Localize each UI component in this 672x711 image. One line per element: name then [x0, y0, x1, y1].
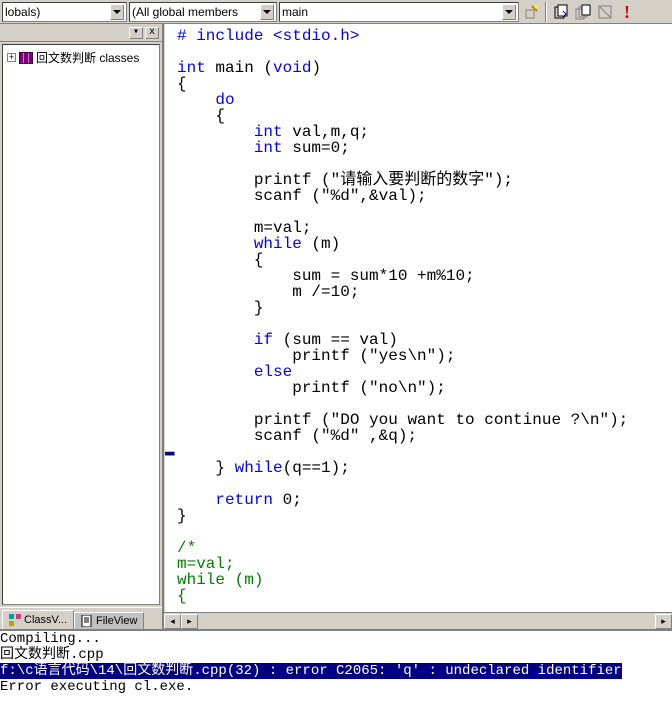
code-line: scanf ("%d",&val);: [177, 187, 427, 205]
output-error-line[interactable]: f:\c语言代码\14\回文数判断.cpp(32) : error C2065:…: [0, 663, 622, 679]
main-toolbar: lobals) (All global members main !: [0, 0, 672, 24]
project-icon: [19, 52, 33, 64]
function-combo-text: main: [282, 5, 308, 19]
scroll-right-end-icon[interactable]: ▸: [655, 614, 672, 629]
chevron-down-icon[interactable]: [110, 4, 124, 20]
toolbar-separator: [545, 2, 547, 22]
wizard-icon[interactable]: [521, 2, 541, 22]
chevron-down-icon[interactable]: [502, 4, 516, 20]
class-tree[interactable]: + 回文数判断 classes: [2, 44, 160, 605]
output-line: Error executing cl.exe.: [0, 679, 193, 695]
workspace-panel: ▾ x + 回文数判断 classes ClassV... FileView: [0, 24, 164, 629]
output-line: 回文数判断.cpp: [0, 647, 104, 663]
scope-combo[interactable]: lobals): [2, 2, 127, 22]
code-line: }: [177, 507, 187, 525]
main-area: ▾ x + 回文数判断 classes ClassV... FileView #…: [0, 24, 672, 629]
output-line: Compiling...: [0, 631, 101, 647]
members-combo[interactable]: (All global members: [129, 2, 277, 22]
tab-label: FileView: [96, 615, 137, 627]
code-line: }: [177, 299, 263, 317]
code-text: (q==1);: [283, 459, 350, 477]
code-text: main (: [206, 59, 273, 77]
panel-header: ▾ x: [0, 24, 162, 42]
code-kw: void: [273, 59, 311, 77]
code-kw: while: [235, 459, 283, 477]
scope-combo-text: lobals): [5, 5, 40, 19]
panel-dropdown-icon[interactable]: ▾: [129, 27, 143, 39]
function-combo[interactable]: main: [279, 2, 519, 22]
code-line: scanf ("%d" ,&q);: [177, 427, 417, 445]
code-comment: {: [177, 587, 187, 605]
code-text: sum=0;: [283, 139, 350, 157]
svg-text:!: !: [624, 4, 630, 20]
tab-fileview[interactable]: FileView: [74, 612, 144, 629]
members-combo-text: (All global members: [132, 5, 238, 19]
build-output[interactable]: Compiling... 回文数判断.cpp f:\c语言代码\14\回文数判断…: [0, 629, 672, 711]
code-text: }: [177, 459, 235, 477]
chevron-down-icon[interactable]: [260, 4, 274, 20]
tab-classview[interactable]: ClassV...: [2, 610, 74, 629]
build-all-icon[interactable]: [573, 2, 593, 22]
workspace-tabs: ClassV... FileView: [0, 607, 162, 629]
code-line: printf ("no\n");: [177, 379, 446, 397]
code-text: ): [311, 59, 321, 77]
editor-area: # include <stdio.h> int main (void) { do…: [164, 24, 672, 629]
tree-item-label: 回文数判断 classes: [36, 49, 139, 66]
execute-icon[interactable]: !: [617, 2, 637, 22]
panel-close-icon[interactable]: x: [145, 27, 159, 39]
classview-icon: [9, 614, 21, 626]
code-editor[interactable]: # include <stdio.h> int main (void) { do…: [164, 24, 672, 612]
tab-label: ClassV...: [24, 614, 67, 626]
tree-expand-icon[interactable]: +: [7, 53, 16, 62]
code-line: # include <stdio.h>: [177, 27, 359, 45]
code-text: (m): [302, 235, 340, 253]
editor-horizontal-scrollbar[interactable]: ◂ ▸ ▸: [164, 612, 672, 629]
code-kw: return: [177, 491, 273, 509]
breakpoint-marker-icon[interactable]: ▬: [165, 444, 175, 460]
code-kw: int: [177, 139, 283, 157]
stop-build-icon[interactable]: [595, 2, 615, 22]
scroll-right-icon[interactable]: ▸: [181, 614, 198, 629]
code-text: 0;: [273, 491, 302, 509]
tree-root-item[interactable]: + 回文数判断 classes: [6, 48, 156, 67]
build-icon[interactable]: [551, 2, 571, 22]
scroll-left-icon[interactable]: ◂: [164, 614, 181, 629]
code-comment: while (m): [177, 571, 263, 589]
fileview-icon: [81, 615, 93, 627]
